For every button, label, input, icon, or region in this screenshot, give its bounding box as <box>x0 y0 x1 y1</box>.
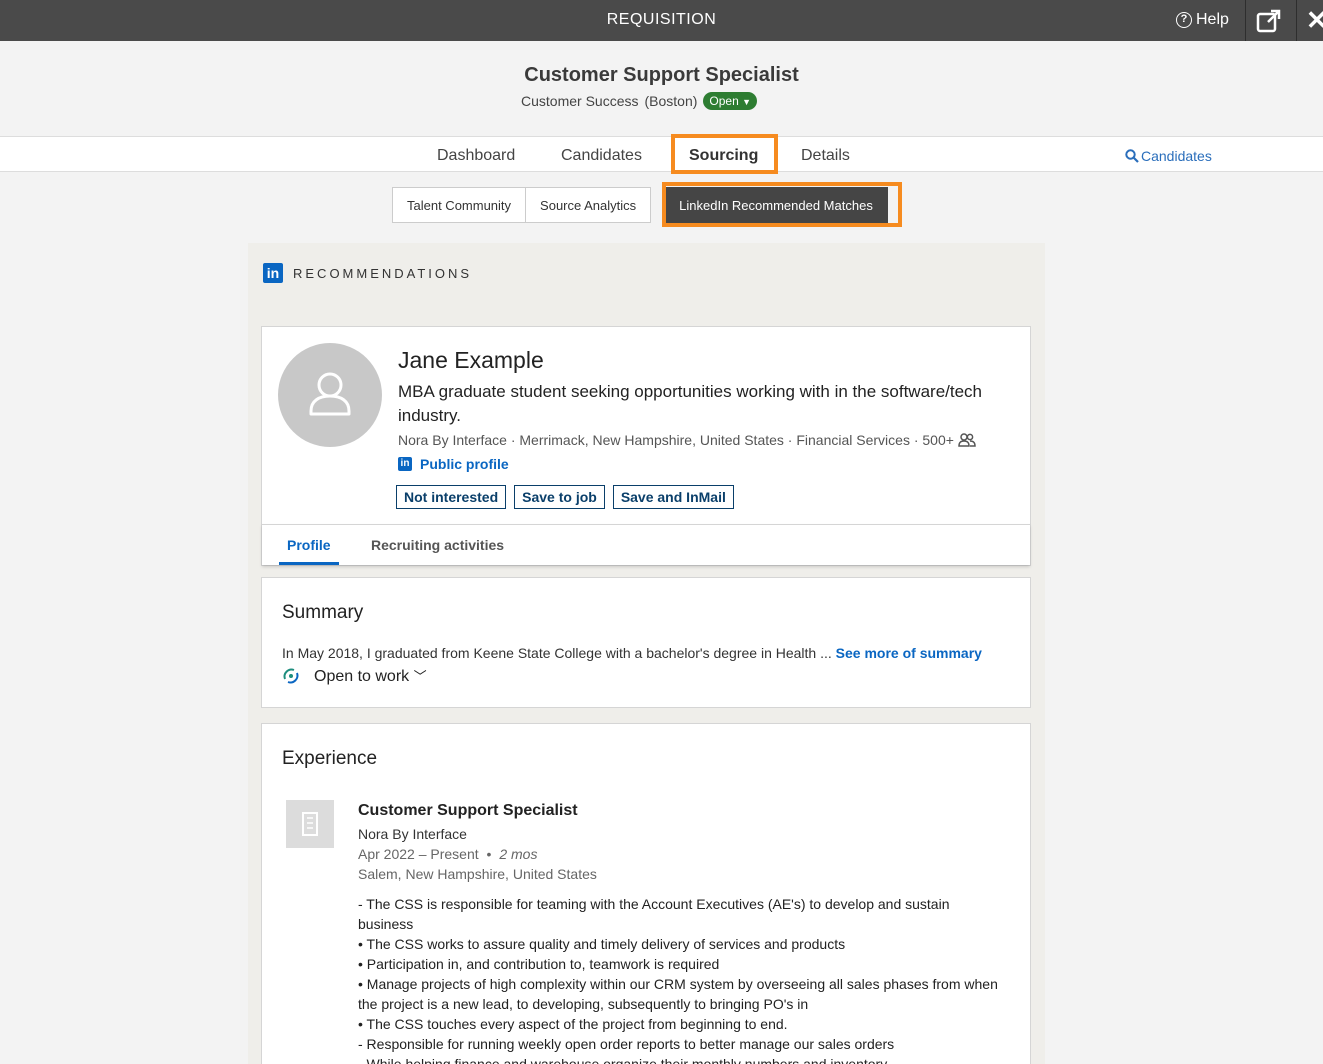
avatar <box>278 343 382 447</box>
highlight-box <box>671 134 778 174</box>
chevron-down-icon: ﹀ <box>413 669 427 684</box>
candidate-name: Jane Example <box>398 347 544 373</box>
description-line: • Participation in, and contribution to,… <box>358 956 720 972</box>
job-subtitle: Customer Success (Boston) Open ▼ <box>521 92 758 110</box>
window-title: REQUISITION <box>606 11 717 28</box>
description-line: • The CSS touches every aspect of the pr… <box>358 1016 788 1032</box>
tab-profile[interactable]: Profile <box>287 537 331 553</box>
help-button[interactable]: ? Help <box>1176 11 1229 29</box>
summary-text: In May 2018, I graduated from Keene Stat… <box>282 645 982 661</box>
experience-dates: Apr 2022 – Present • 2 mos <box>358 846 538 862</box>
description-line: - The CSS is responsible for teaming wit… <box>358 896 950 932</box>
summary-body: In May 2018, I graduated from Keene Stat… <box>282 645 832 661</box>
profile-actions: Not interested Save to job Save and InMa… <box>396 485 734 509</box>
candidate-search-label: Candidates <box>1141 148 1212 164</box>
recommendations-title: RECOMMENDATIONS <box>293 265 473 281</box>
main-nav: Dashboard Candidates Sourcing Details Ca… <box>0 134 1323 174</box>
profile-card: Jane Example MBA graduate student seekin… <box>261 326 1031 566</box>
avatar-placeholder-icon <box>309 372 351 416</box>
status-label: Open <box>709 94 739 108</box>
active-tab-indicator <box>279 562 339 565</box>
experience-description: - The CSS is responsible for teaming wit… <box>358 894 998 1064</box>
open-to-work-toggle[interactable]: Open to work ﹀ <box>282 666 427 686</box>
public-profile-label: Public profile <box>420 456 509 472</box>
divider <box>1245 0 1246 41</box>
top-bar: REQUISITION ? Help ✕ <box>0 0 1323 41</box>
save-and-inmail-button[interactable]: Save and InMail <box>612 485 734 509</box>
candidate-headline: MBA graduate student seeking opportuniti… <box>398 382 983 425</box>
requisition-header: Customer Support Specialist Customer Suc… <box>0 41 1323 136</box>
experience-duration: 2 mos <box>499 846 538 862</box>
external-link-icon[interactable] <box>1256 8 1282 34</box>
experience-location: Salem, New Hampshire, United States <box>358 866 597 882</box>
status-badge[interactable]: Open ▼ <box>703 92 758 110</box>
recommendations-header: in RECOMMENDATIONS <box>263 263 472 283</box>
open-to-work-label: Open to work ﹀ <box>314 668 427 685</box>
candidate-search-link[interactable]: Candidates <box>1125 148 1212 164</box>
linkedin-icon: in <box>398 457 412 471</box>
candidate-meta-text: Nora By Interface · Merrimack, New Hamps… <box>398 432 954 448</box>
description-line: - Responsible for running weekly open or… <box>358 1036 895 1052</box>
job-location: (Boston) <box>644 93 698 109</box>
save-to-job-button[interactable]: Save to job <box>514 485 605 509</box>
divider <box>1296 0 1297 41</box>
tab-details[interactable]: Details <box>801 147 850 165</box>
summary-card: Summary In May 2018, I graduated from Ke… <box>261 577 1031 708</box>
experience-company: Nora By Interface <box>358 826 467 842</box>
help-icon: ? <box>1176 12 1192 28</box>
summary-title: Summary <box>282 602 364 623</box>
highlight-box <box>662 182 902 227</box>
experience-card: Experience Customer Support Specialist N… <box>261 723 1031 1064</box>
experience-role: Customer Support Specialist <box>358 802 578 819</box>
tab-dashboard[interactable]: Dashboard <box>437 147 515 165</box>
subtab-talent-community[interactable]: Talent Community <box>392 187 527 223</box>
company-logo <box>286 800 334 848</box>
profile-tabs: Profile Recruiting activities <box>262 524 1030 565</box>
open-to-work-icon <box>283 668 299 684</box>
tab-recruiting-activities[interactable]: Recruiting activities <box>371 537 504 553</box>
subtab-source-analytics[interactable]: Source Analytics <box>526 187 652 223</box>
connections-icon <box>958 433 976 447</box>
job-title: Customer Support Specialist <box>524 64 799 86</box>
tab-candidates[interactable]: Candidates <box>561 147 642 165</box>
search-icon <box>1125 149 1139 163</box>
see-more-summary-link[interactable]: See more of summary <box>836 645 982 661</box>
help-label: Help <box>1196 11 1229 28</box>
description-line: • Manage projects of high complexity wit… <box>358 976 998 1012</box>
public-profile-link[interactable]: in Public profile <box>398 456 509 472</box>
department: Customer Success <box>521 93 639 109</box>
not-interested-button[interactable]: Not interested <box>396 485 507 509</box>
caret-down-icon: ▼ <box>742 97 752 107</box>
description-line: • The CSS works to assure quality and ti… <box>358 936 846 952</box>
candidate-meta: Nora By Interface · Merrimack, New Hamps… <box>398 432 976 448</box>
experience-title: Experience <box>282 748 378 769</box>
company-building-icon <box>302 812 318 836</box>
linkedin-icon: in <box>263 263 283 283</box>
description-line: - While helping finance and warehouse or… <box>358 1056 888 1064</box>
close-icon[interactable]: ✕ <box>1306 6 1323 34</box>
